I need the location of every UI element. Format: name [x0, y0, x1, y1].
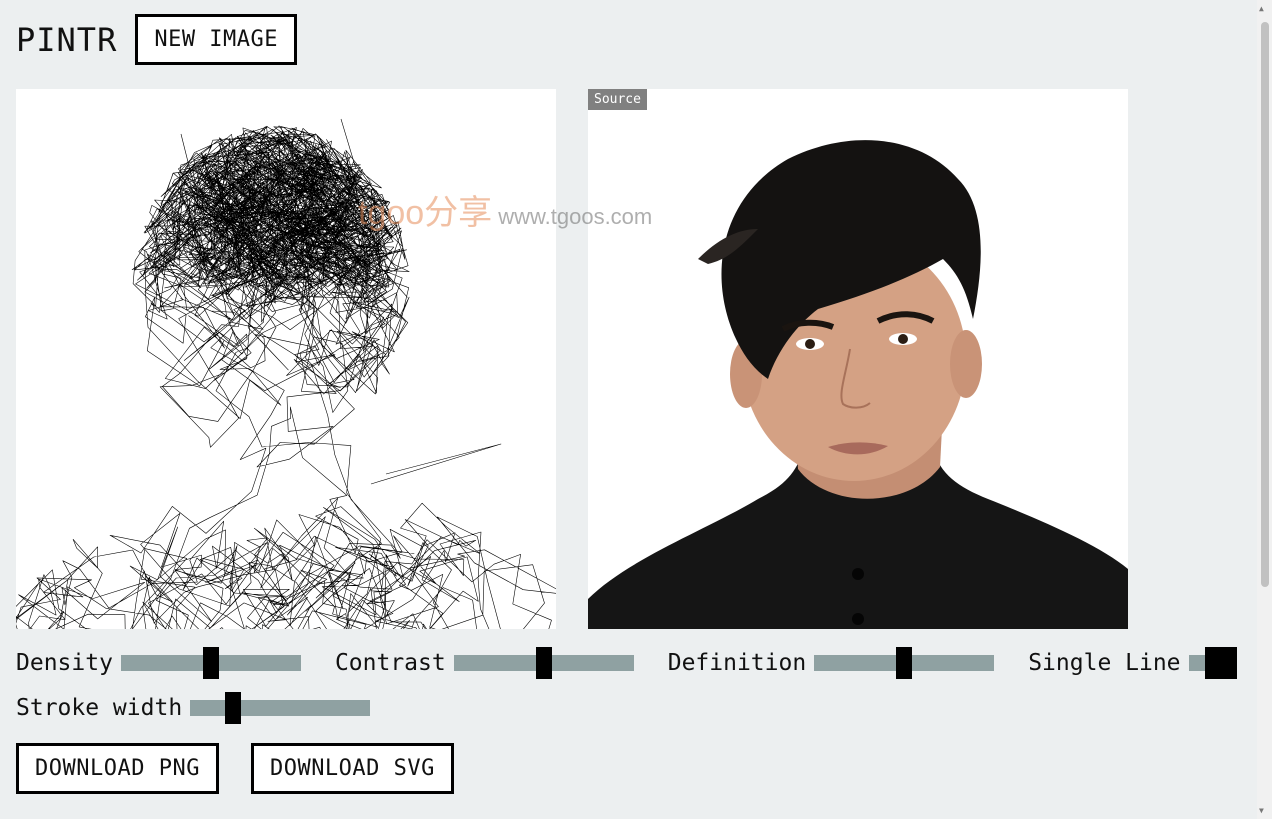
watermark-url: www.tgoos.com: [498, 204, 653, 229]
stroke-width-slider-thumb[interactable]: [225, 692, 242, 724]
stroke-width-control: Stroke width: [16, 692, 371, 724]
stroke-width-label: Stroke width: [16, 695, 183, 721]
definition-label: Definition: [667, 650, 807, 676]
source-portrait-image: [588, 140, 1128, 629]
contrast-slider[interactable]: [453, 647, 634, 679]
download-png-button[interactable]: DOWNLOAD PNG: [16, 743, 219, 794]
definition-slider[interactable]: [814, 647, 995, 679]
single-line-toggle-knob[interactable]: [1204, 647, 1237, 679]
single-line-control: Single Line: [1028, 647, 1237, 679]
watermark: tgoo分享 www.tgoos.com: [358, 185, 652, 234]
line-art-canvas: [16, 89, 556, 629]
download-svg-button[interactable]: DOWNLOAD SVG: [250, 743, 454, 794]
single-line-toggle[interactable]: [1188, 647, 1237, 679]
density-slider-thumb[interactable]: [202, 647, 219, 679]
contrast-control: Contrast: [334, 647, 634, 679]
controls-row-1: Density Contrast Definition Single Line: [16, 647, 1237, 679]
contrast-label: Contrast: [334, 650, 446, 676]
new-image-button[interactable]: NEW IMAGE: [135, 14, 298, 65]
definition-slider-thumb[interactable]: [896, 647, 913, 679]
scrollbar-thumb[interactable]: [1261, 22, 1269, 587]
page-scrollbar[interactable]: ▲ ▼: [1257, 0, 1272, 819]
line-art-drawing: [16, 118, 556, 629]
source-image-panel: Source: [588, 89, 1128, 629]
download-row: DOWNLOAD PNG DOWNLOAD SVG: [16, 743, 486, 794]
controls-row-2: Stroke width: [16, 692, 404, 724]
app-root: PINTR NEW IMAGE Source tgoo分享 www.tgoos.…: [0, 0, 1272, 819]
source-badge: Source: [588, 89, 647, 110]
definition-control: Definition: [667, 647, 995, 679]
header: PINTR NEW IMAGE: [16, 14, 298, 65]
scroll-down-icon[interactable]: ▼: [1259, 806, 1264, 815]
watermark-brand: tgoo分享: [358, 194, 493, 232]
density-label: Density: [16, 650, 113, 676]
density-slider[interactable]: [120, 647, 301, 679]
scroll-up-icon[interactable]: ▲: [1259, 4, 1264, 13]
app-logo: PINTR: [16, 20, 118, 59]
single-line-label: Single Line: [1028, 650, 1181, 676]
stroke-width-slider[interactable]: [190, 692, 371, 724]
density-control: Density: [16, 647, 301, 679]
contrast-slider-thumb[interactable]: [535, 647, 552, 679]
